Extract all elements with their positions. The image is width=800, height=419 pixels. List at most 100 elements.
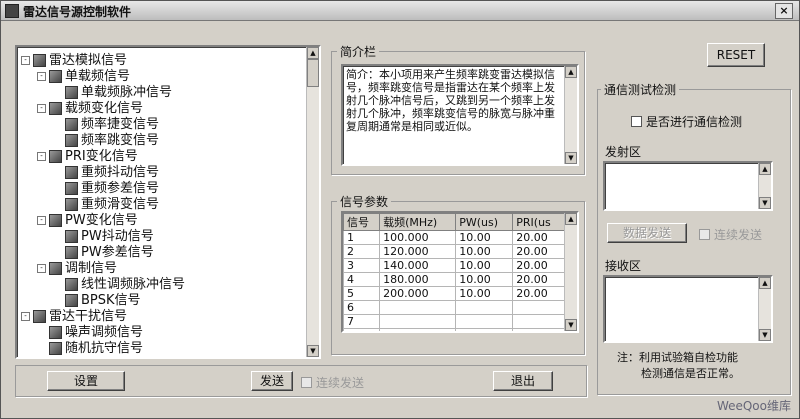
scroll-down-icon[interactable]: ▼ (307, 345, 319, 357)
table-row[interactable]: 5 200.000 10.00 20.00 (343, 286, 565, 301)
table-cell[interactable]: 10.00 (455, 258, 514, 273)
column-header[interactable]: 载频(MHz) (379, 213, 457, 231)
table-cell[interactable]: 20.00 (512, 230, 565, 245)
collapse-toggle-icon[interactable]: - (37, 104, 46, 113)
tree-node[interactable]: 重频抖动信号 (53, 165, 159, 180)
table-cell[interactable]: 10.00 (455, 244, 514, 259)
table-row[interactable]: 4 180.000 10.00 20.00 (343, 272, 565, 287)
table-cell[interactable]: 5 (343, 286, 381, 301)
table-cell[interactable] (512, 314, 565, 329)
table-cell[interactable]: 6 (343, 300, 381, 315)
tree-node[interactable]: 频率跳变信号 (53, 133, 159, 148)
table-cell[interactable] (379, 314, 457, 329)
table-row[interactable]: 6 (343, 300, 565, 315)
scroll-up-icon[interactable]: ▲ (759, 277, 771, 289)
tree-node[interactable]: 噪声调频信号 (37, 325, 143, 340)
tree-node[interactable]: 单载频脉冲信号 (53, 85, 172, 100)
tree-node[interactable]: - PW变化信号 (37, 213, 138, 228)
send-area-textbox[interactable]: ▲ ▼ (603, 161, 773, 211)
tree-node[interactable]: 重频参差信号 (53, 181, 159, 196)
table-cell[interactable]: 20.00 (512, 258, 565, 273)
collapse-toggle-icon[interactable]: - (37, 72, 46, 81)
table-cell[interactable]: 20.00 (512, 244, 565, 259)
tree-node[interactable]: - 雷达干扰信号 (21, 309, 127, 324)
tree-node[interactable]: - 载频变化信号 (37, 101, 143, 116)
table-cell[interactable]: 10.00 (455, 230, 514, 245)
recv-area-scrollbar[interactable]: ▲ ▼ (758, 277, 771, 341)
collapse-toggle-icon[interactable]: - (21, 56, 30, 65)
tree-node[interactable]: - 调制信号 (37, 261, 117, 276)
table-cell[interactable] (379, 328, 457, 331)
tree-scrollbar[interactable]: ▲ ▼ (306, 47, 319, 357)
continuous-send-checkbox-right[interactable]: 连续发送 (699, 226, 762, 243)
close-button[interactable]: × (775, 3, 793, 19)
column-header[interactable]: PW(us) (455, 213, 514, 231)
table-row[interactable]: 1 100.000 10.00 20.00 (343, 230, 565, 245)
table-cell[interactable] (512, 300, 565, 315)
tree-node[interactable]: 重频滑变信号 (53, 197, 159, 212)
table-cell[interactable]: 180.000 (379, 272, 457, 287)
collapse-toggle-icon[interactable]: - (37, 152, 46, 161)
tree-node[interactable]: BPSK信号 (53, 293, 141, 308)
scroll-up-icon[interactable]: ▲ (565, 213, 577, 225)
table-row[interactable]: 3 140.000 10.00 20.00 (343, 258, 565, 273)
collapse-toggle-icon[interactable]: - (21, 312, 30, 321)
tree-node[interactable]: - 单载频信号 (37, 69, 130, 84)
table-cell[interactable]: 10.00 (455, 286, 514, 301)
scroll-down-icon[interactable]: ▼ (565, 152, 577, 164)
table-cell[interactable] (455, 328, 514, 331)
settings-button[interactable]: 设置 (47, 371, 125, 391)
scroll-down-icon[interactable]: ▼ (759, 329, 771, 341)
scroll-up-icon[interactable]: ▲ (759, 163, 771, 175)
scroll-down-icon[interactable]: ▼ (565, 319, 577, 331)
table-cell[interactable]: 140.000 (379, 258, 457, 273)
scroll-thumb[interactable] (307, 59, 319, 87)
table-cell[interactable] (512, 328, 565, 331)
tree-node[interactable]: - 雷达模拟信号 (21, 53, 127, 68)
tree-node[interactable]: PW抖动信号 (53, 229, 154, 244)
exit-button[interactable]: 退出 (493, 371, 553, 391)
table-cell[interactable]: 120.000 (379, 244, 457, 259)
tree-node[interactable]: - PRI变化信号 (37, 149, 138, 164)
column-header[interactable]: 信号 (343, 213, 381, 231)
table-cell[interactable]: 10.00 (455, 272, 514, 287)
reset-button[interactable]: RESET (707, 43, 765, 67)
table-row[interactable]: 2 120.000 10.00 20.00 (343, 244, 565, 259)
tree-node[interactable]: 频率捷变信号 (53, 117, 159, 132)
table-cell[interactable]: 8 (343, 328, 381, 331)
continuous-send-checkbox-bottom[interactable]: 连续发送 (301, 374, 364, 391)
column-header[interactable]: PRI(us (512, 213, 565, 231)
tree-node[interactable]: 随机抗守信号 (37, 341, 143, 356)
table-cell[interactable]: 200.000 (379, 286, 457, 301)
scroll-down-icon[interactable]: ▼ (759, 197, 771, 209)
data-send-button[interactable]: 数据发送 (607, 223, 687, 243)
table-cell[interactable]: 4 (343, 272, 381, 287)
table-row[interactable]: 8 (343, 328, 565, 331)
send-button[interactable]: 发送 (251, 371, 293, 391)
table-row[interactable]: 7 (343, 314, 565, 329)
table-cell[interactable] (455, 300, 514, 315)
tree-node[interactable]: 线性调频脉冲信号 (53, 277, 185, 292)
params-scrollbar[interactable]: ▲ ▼ (564, 213, 577, 331)
table-cell[interactable]: 100.000 (379, 230, 457, 245)
collapse-toggle-icon[interactable]: - (37, 216, 46, 225)
table-cell[interactable]: 7 (343, 314, 381, 329)
intro-scrollbar[interactable]: ▲ ▼ (564, 66, 577, 164)
tree-node[interactable]: PW参差信号 (53, 245, 154, 260)
table-cell[interactable]: 1 (343, 230, 381, 245)
intro-textbox[interactable]: 简介：本小项用来产生频率跳变雷达模拟信号，频率跳变信号是指雷达在某个频率上发射几… (341, 64, 579, 166)
send-area-scrollbar[interactable]: ▲ ▼ (758, 163, 771, 209)
params-table-container[interactable]: 信号 载频(MHz) PW(us) PRI(us 1 100.000 10.00 20.00… (341, 211, 579, 333)
scroll-up-icon[interactable]: ▲ (565, 66, 577, 78)
table-cell[interactable] (455, 314, 514, 329)
table-cell[interactable]: 2 (343, 244, 381, 259)
table-cell[interactable]: 20.00 (512, 272, 565, 287)
table-cell[interactable]: 3 (343, 258, 381, 273)
recv-area-textbox[interactable]: ▲ ▼ (603, 275, 773, 343)
params-table[interactable]: 信号 载频(MHz) PW(us) PRI(us 1 100.000 10.00 20.00… (343, 213, 565, 331)
enable-comm-check-checkbox[interactable]: 是否进行通信检测 (631, 113, 742, 130)
table-cell[interactable] (379, 300, 457, 315)
table-cell[interactable]: 20.00 (512, 286, 565, 301)
scroll-up-icon[interactable]: ▲ (307, 47, 319, 59)
signal-tree[interactable]: ▲ ▼ - 雷达模拟信号 - 单载频信号 单载频脉冲信号 - 载频变化信号 频率捷变信号 频率跳… (15, 45, 321, 359)
